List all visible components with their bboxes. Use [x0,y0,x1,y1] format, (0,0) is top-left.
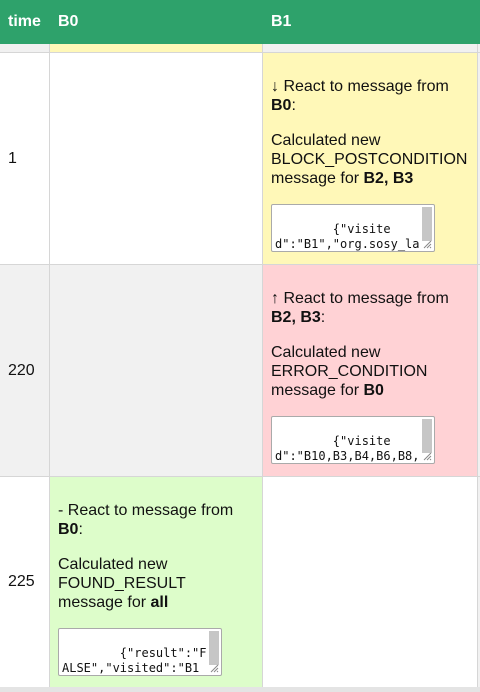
cell-time: 225 [0,477,50,687]
message-target: B2, B3 [363,170,414,187]
message-type: BLOCK_POSTCONDITION [271,151,468,168]
message-for-label: message for [271,170,360,187]
message-direction: ↓ React to message from [271,78,449,95]
cell-b1 [263,44,478,52]
cell-b0 [50,53,263,264]
cell-time: 1 [0,53,50,264]
resize-grip-icon[interactable] [209,663,219,673]
message-calc-label: Calculated new [271,132,381,149]
cell-b0: - React to message from B0: Calculated ne… [50,477,263,687]
table-row [0,44,480,52]
message-source: B0 [58,521,79,538]
message-type: FOUND_RESULT [58,575,186,592]
message-type: ERROR_CONDITION [271,363,428,380]
message-direction: - React to message from [58,502,234,519]
message-source: B2, B3 [271,309,321,326]
message-target: all [150,594,169,611]
column-header-time: time [8,13,41,30]
scrollbar-thumb[interactable] [422,419,432,453]
cell-b1: ↑ React to message from B2, B3: Calculate… [263,265,478,476]
cell-b0 [50,265,263,476]
payload-textarea[interactable]: {"visited":"B1","org.sosy_lab.cpachecker… [271,204,435,252]
resize-grip-icon[interactable] [422,451,432,461]
scrollbar-thumb[interactable] [422,207,432,241]
scrollbar-thumb[interactable] [209,631,219,665]
message-calc-label: Calculated new [271,344,381,361]
resize-grip-icon[interactable] [422,239,432,249]
message-calc-label: Calculated new [58,556,168,573]
payload-text: {"visited":"B1","org.sosy_lab.cpachecker… [275,222,420,251]
cell-time [0,44,50,52]
column-header-b0: B0 [58,13,79,30]
message-entry: ↓ React to message from B0: Calculated ne… [271,77,471,252]
cell-time: 220 [0,265,50,476]
row-divider [0,687,480,692]
message-target: B0 [363,382,384,399]
message-entry: ↑ React to message from B2, B3: Calculate… [271,289,471,464]
cell-b1: ↓ React to message from B0: Calculated ne… [263,53,478,264]
time-value: 225 [8,573,35,590]
message-entry: - React to message from B0: Calculated ne… [58,501,258,676]
table-header: time B0 B1 [0,0,480,44]
cell-b1 [263,477,478,687]
column-header-b1: B1 [271,13,292,30]
cell-b0 [50,44,263,52]
message-for-label: message for [58,594,147,611]
table-row: 220 ↑ React to message from B2, B3: Calcu… [0,265,480,476]
message-for-label: message for [271,382,360,399]
message-source: B0 [271,97,292,114]
payload-text: {"visited":"B10,B3,B4,B6,B8,B1","first":… [275,434,420,463]
time-value: 1 [8,149,17,167]
table-row: 225 - React to message from B0: Calculate… [0,477,480,687]
payload-textarea[interactable]: {"visited":"B10,B3,B4,B6,B8,B1","first":… [271,416,435,464]
message-direction: ↑ React to message from [271,290,449,307]
table-row: 1 ↓ React to message from B0: Calculated … [0,53,480,264]
payload-textarea[interactable]: {"result":"FALSE","visited":"B10,B3,B4,B… [58,628,222,676]
payload-text: {"result":"FALSE","visited":"B10,B3,B4,B… [62,646,207,675]
time-value: 220 [8,361,35,379]
